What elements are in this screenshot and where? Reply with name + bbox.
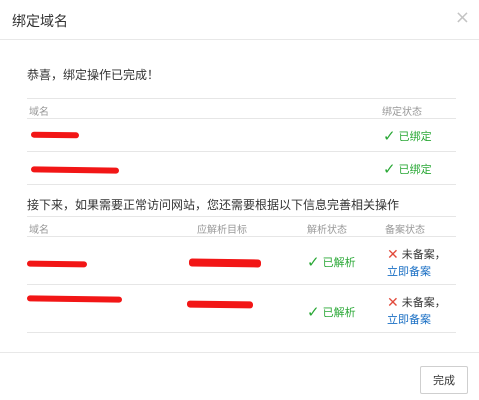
bind-status: ✓ 已绑定 <box>383 127 432 145</box>
table-header-row: 域名 应解析目标 解析状态 备案状态 <box>27 216 456 237</box>
table-row: ✓ 已绑定 <box>27 152 456 185</box>
record-status-label: 未备案， <box>401 296 446 309</box>
success-message: 恭喜，绑定操作已完成！ <box>27 68 160 82</box>
redacted-domain <box>26 295 123 303</box>
dialog-header: 绑定域名 × <box>0 0 479 40</box>
cross-icon: ✕ <box>387 247 399 263</box>
close-icon[interactable]: × <box>455 8 470 28</box>
record-now-link[interactable]: 立即备案 <box>387 263 431 279</box>
header-record-status: 备案状态 <box>385 225 425 236</box>
header-resolve-status: 解析状态 <box>307 225 347 236</box>
resolve-status-label: 已解析 <box>322 306 356 319</box>
bind-status: ✓ 已绑定 <box>383 160 432 178</box>
check-icon: ✓ <box>383 160 396 178</box>
cross-icon: ✕ <box>387 295 399 311</box>
check-icon: ✓ <box>307 253 320 271</box>
header-resolve-target: 应解析目标 <box>197 225 247 236</box>
check-icon: ✓ <box>383 127 396 145</box>
bind-status-label: 已绑定 <box>398 130 432 143</box>
bind-domain-dialog: 绑定域名 × 恭喜，绑定操作已完成！ 域名 绑定状态 ✓ 已绑定 ✓ 已绑定 接下来… <box>0 0 479 400</box>
resolve-status: ✓ 已解析 <box>307 303 356 321</box>
resolve-status-label: 已解析 <box>322 256 356 269</box>
footer-divider <box>0 352 479 353</box>
table-row: ✓ 已解析 ✕ 未备案， 立即备案 <box>26 237 456 285</box>
dialog-title: 绑定域名 <box>12 14 68 30</box>
next-step-message: 接下来，如果需要正常访问网站，您还需要根据以下信息完善相关操作 <box>27 198 400 212</box>
header-domain: 域名 <box>29 107 49 118</box>
resolve-status: ✓ 已解析 <box>307 253 356 271</box>
dns-status-table: 域名 应解析目标 解析状态 备案状态 ✓ 已解析 ✕ 未备案， 立即备案 ✓ 已解析 … <box>26 216 456 333</box>
table-row: ✓ 已绑定 <box>27 119 456 152</box>
record-status-label: 未备案， <box>401 248 446 261</box>
redacted-domain <box>30 131 80 139</box>
redacted-domain <box>26 260 88 268</box>
record-now-link[interactable]: 立即备案 <box>387 311 431 327</box>
table-header-row: 域名 绑定状态 <box>27 98 456 119</box>
header-bind-status: 绑定状态 <box>382 107 422 118</box>
redacted-domain <box>30 166 120 174</box>
redacted-target <box>186 300 254 309</box>
record-status: ✕ 未备案， <box>387 246 446 263</box>
table-row: ✓ 已解析 ✕ 未备案， 立即备案 <box>26 285 456 333</box>
redacted-target <box>188 258 262 268</box>
done-button[interactable]: 完成 <box>420 366 468 394</box>
bind-status-label: 已绑定 <box>398 163 432 176</box>
bind-status-table: 域名 绑定状态 ✓ 已绑定 ✓ 已绑定 <box>27 98 456 185</box>
header-domain: 域名 <box>29 225 49 236</box>
record-status: ✕ 未备案， <box>387 294 446 311</box>
check-icon: ✓ <box>307 303 320 321</box>
